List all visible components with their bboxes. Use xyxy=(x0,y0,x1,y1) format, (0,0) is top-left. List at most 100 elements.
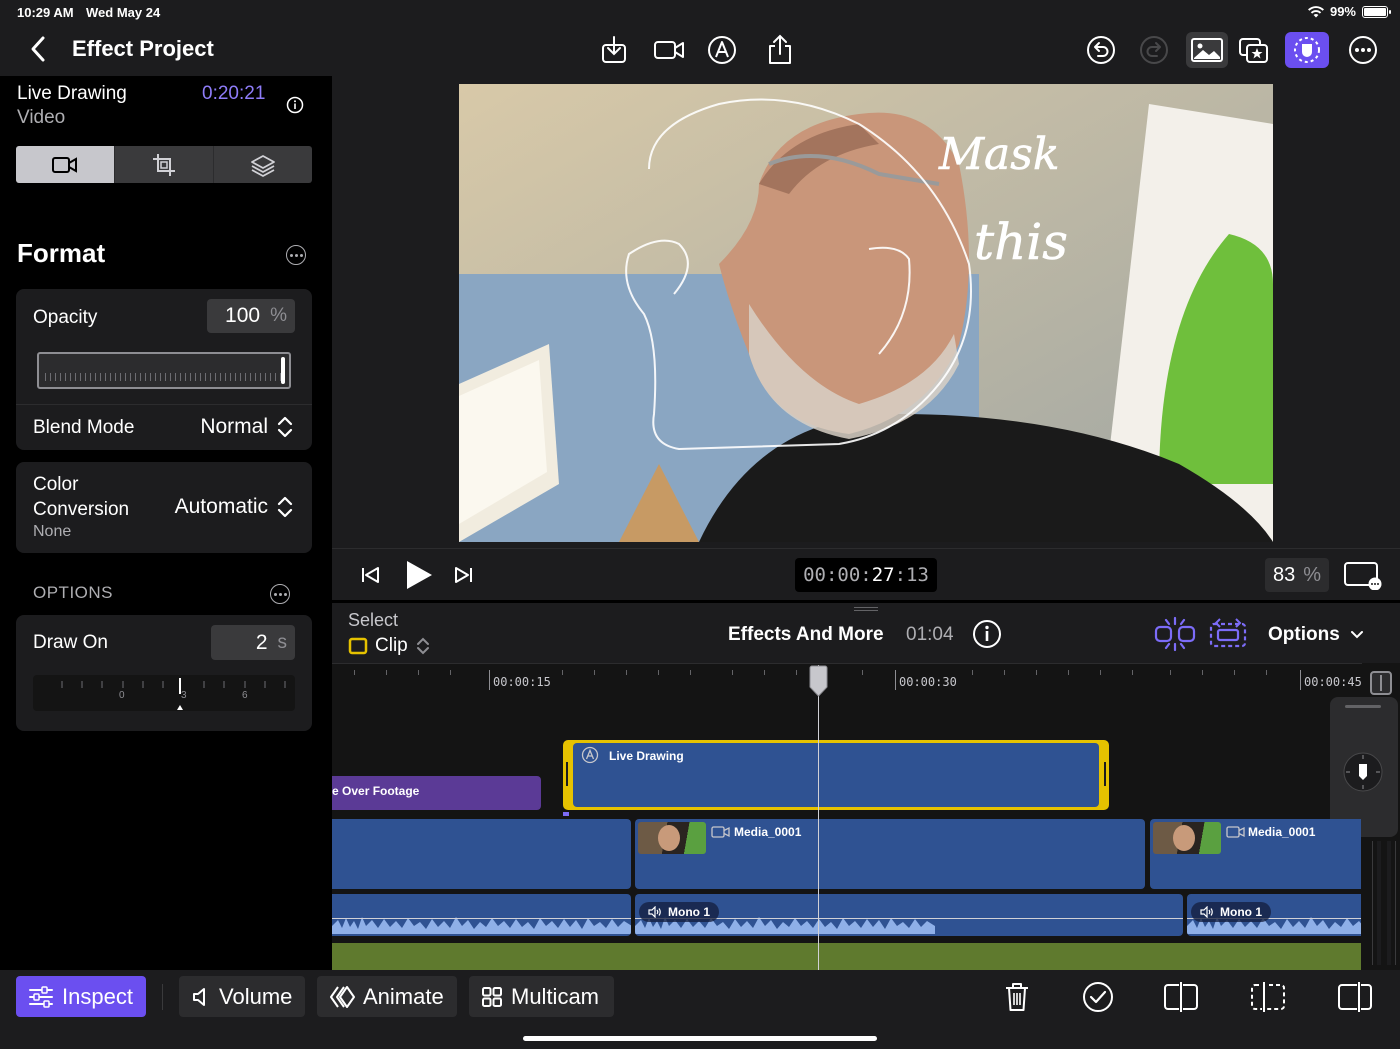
blend-mode-select[interactable]: Normal xyxy=(200,415,294,439)
photo-browser-button[interactable] xyxy=(1186,32,1228,68)
animate-button[interactable]: Animate xyxy=(317,976,457,1017)
live-drawing-button[interactable] xyxy=(705,33,739,67)
undo-button[interactable] xyxy=(1084,33,1118,67)
opacity-slider[interactable] xyxy=(37,352,291,389)
inspect-button[interactable]: Inspect xyxy=(16,976,146,1017)
volume-line[interactable] xyxy=(635,918,1183,919)
trim-start-icon xyxy=(1251,982,1285,1012)
audio-meters-toggle[interactable] xyxy=(1370,671,1392,695)
drag-handle[interactable] xyxy=(854,607,878,611)
import-icon xyxy=(602,36,626,63)
annotation-this: this xyxy=(974,213,1068,271)
audio-clip-mono-a[interactable]: Mono 1 xyxy=(635,894,1183,936)
playhead-timecode[interactable]: 00:00: 27:13 xyxy=(795,558,937,592)
draw-on-field[interactable]: 2 s xyxy=(211,625,295,660)
zoom-unit: % xyxy=(1303,563,1322,586)
audio-clip-mono-b[interactable]: Mono 1 xyxy=(1187,894,1361,936)
skip-back-icon[interactable] xyxy=(360,565,382,585)
clip-thumbnail xyxy=(638,822,706,854)
primary-clip-media-a[interactable]: Media_0001 xyxy=(635,819,1145,889)
redo-button[interactable] xyxy=(1137,33,1171,67)
color-conversion-select[interactable]: Automatic xyxy=(175,495,294,519)
multicam-button[interactable]: Multicam xyxy=(469,976,614,1017)
skimming-icon[interactable] xyxy=(1208,617,1248,651)
effects-browser-icon xyxy=(1239,38,1268,63)
zoom-value: 83 xyxy=(1272,563,1296,586)
approve-button[interactable] xyxy=(1080,979,1116,1015)
project-duration: 01:04 xyxy=(906,624,954,645)
more-button[interactable] xyxy=(1346,33,1380,67)
skip-forward-icon[interactable] xyxy=(452,565,474,585)
trim-handle-right[interactable] xyxy=(1104,762,1106,786)
video-clip-icon xyxy=(1226,826,1245,838)
options-more-icon[interactable] xyxy=(270,584,290,604)
clip-live-drawing[interactable]: Live Drawing xyxy=(563,740,1109,810)
tab-layers[interactable] xyxy=(214,146,312,183)
zoom-field[interactable]: 83 % xyxy=(1265,558,1329,592)
trim-handle-left[interactable] xyxy=(566,762,568,786)
project-info-icon[interactable] xyxy=(972,619,1002,649)
opacity-field[interactable]: 100 % xyxy=(207,299,295,333)
slider-knob[interactable] xyxy=(281,357,285,384)
volume-button[interactable]: Volume xyxy=(179,976,305,1017)
chevron-down-icon xyxy=(1350,631,1363,639)
video-frame[interactable]: Mask this xyxy=(459,84,1273,542)
playhead-line xyxy=(818,665,819,973)
primary-clip-media-b[interactable]: Media_0001 xyxy=(1150,819,1361,889)
trim-end-button[interactable] xyxy=(1337,979,1373,1015)
back-chevron-icon[interactable] xyxy=(26,34,50,64)
zoom-control-panel xyxy=(1330,697,1398,837)
timecode-prefix: 00:00: xyxy=(803,564,872,586)
delete-button[interactable] xyxy=(999,979,1035,1015)
zoom-panel-handle[interactable] xyxy=(1345,705,1381,708)
playhead-handle[interactable] xyxy=(809,665,828,699)
clip-thumbnail xyxy=(1153,822,1221,854)
speaker-icon xyxy=(648,906,661,918)
blend-mode-label: Blend Mode xyxy=(33,417,135,438)
speaker-icon xyxy=(193,987,205,1006)
timeline: Select Clip Effects And More 01:04 Optio… xyxy=(332,600,1400,973)
primary-clip-1[interactable] xyxy=(332,819,631,889)
annotation-mask: Mask xyxy=(938,129,1060,180)
bottom-toolbar: Inspect Volume Animate Multicam xyxy=(0,970,1400,1049)
clip-media-b-label: Media_0001 xyxy=(1248,825,1316,839)
share-button[interactable] xyxy=(763,33,797,67)
zoom-dial-icon[interactable] xyxy=(1342,751,1384,793)
viewer-options-icon[interactable] xyxy=(1343,560,1383,590)
volume-label: Volume xyxy=(219,983,293,1009)
music-track[interactable] xyxy=(332,943,1361,973)
draw-on-scrubber[interactable]: 0 3 6 xyxy=(33,675,295,711)
inspector-mask-button[interactable] xyxy=(1285,32,1329,68)
project-title: Effect Project xyxy=(72,36,214,61)
format-more-icon[interactable] xyxy=(286,245,306,265)
draw-on-label: Draw On xyxy=(33,632,108,653)
draw-on-scale xyxy=(61,678,286,710)
audio-clip-1[interactable] xyxy=(332,894,631,936)
scale-label-0: 0 xyxy=(119,690,125,701)
timeline-ruler[interactable]: 00:00:15 00:00:30 00:00:45 xyxy=(332,663,1362,693)
split-button[interactable] xyxy=(1163,979,1199,1015)
select-clip-menu[interactable]: Clip xyxy=(348,635,431,657)
tab-transform[interactable] xyxy=(114,146,214,183)
options-menu[interactable]: Options xyxy=(1268,624,1364,646)
audio-mono-a-label: Mono 1 xyxy=(668,905,710,919)
camera-button[interactable] xyxy=(652,33,686,67)
effects-browser-button[interactable] xyxy=(1236,33,1270,67)
more-icon xyxy=(1349,36,1377,64)
home-indicator[interactable] xyxy=(523,1036,877,1041)
volume-line[interactable] xyxy=(332,918,631,919)
project-name: Effects And More xyxy=(728,624,884,645)
tab-video[interactable] xyxy=(16,146,114,183)
timecode-seconds: 27 xyxy=(871,564,895,586)
divider xyxy=(16,404,312,405)
wifi-icon xyxy=(1307,5,1324,17)
format-heading: Format xyxy=(17,238,106,268)
info-icon[interactable] xyxy=(286,96,304,114)
play-icon[interactable] xyxy=(404,559,434,591)
clip-media-a-label: Media_0001 xyxy=(734,825,802,839)
snapping-icon[interactable] xyxy=(1154,616,1196,652)
clip-over-footage[interactable]: e Over Footage xyxy=(332,776,541,810)
trim-start-button[interactable] xyxy=(1250,979,1286,1015)
select-clip-value: Clip xyxy=(375,635,408,656)
import-button[interactable] xyxy=(597,33,631,67)
